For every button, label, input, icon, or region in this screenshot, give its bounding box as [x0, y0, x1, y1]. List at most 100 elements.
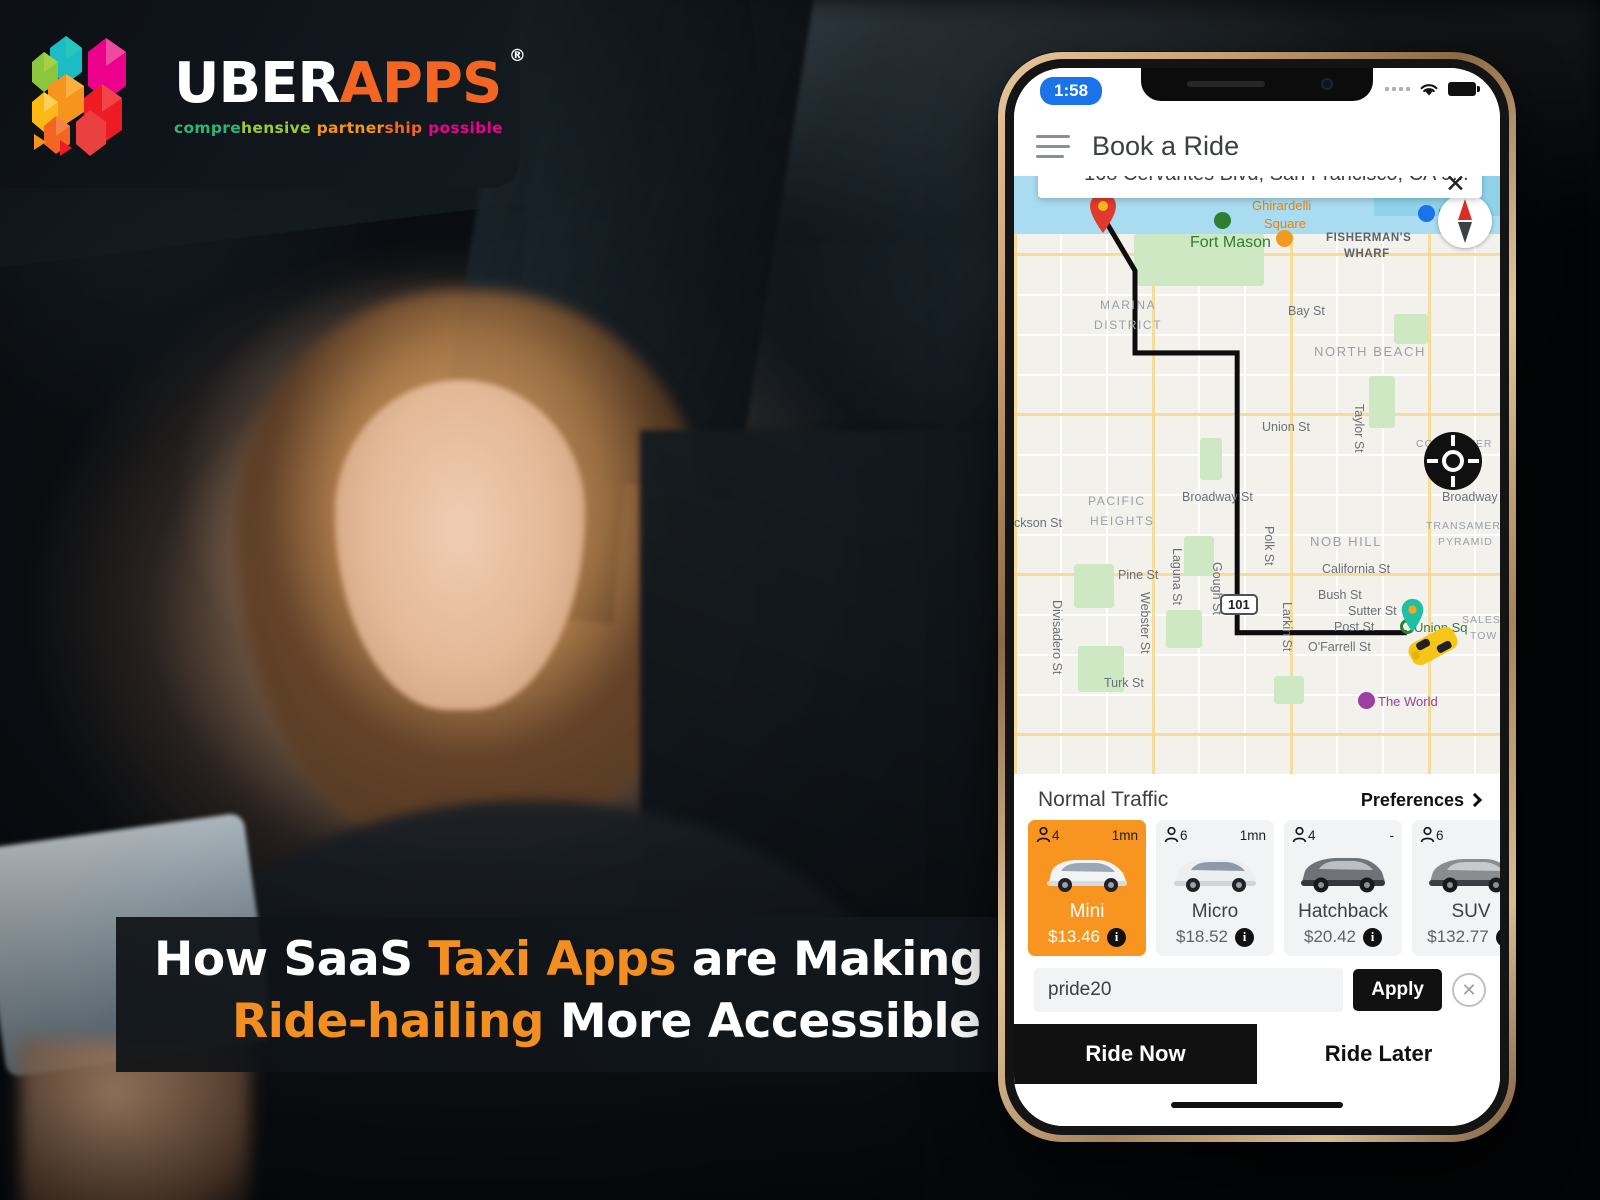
- tagline-part-3: partner: [316, 118, 385, 137]
- vehicle-card-top: 6 1mn: [1164, 827, 1266, 843]
- pier39-marker-icon: [1418, 205, 1435, 222]
- vehicle-price: $20.42: [1304, 927, 1356, 946]
- info-icon[interactable]: i: [1495, 927, 1500, 947]
- vehicle-seats: 6: [1180, 827, 1188, 843]
- compass-icon[interactable]: [1438, 194, 1492, 248]
- person-seat-icon: 6: [1164, 827, 1188, 843]
- registered-mark-icon: ®: [508, 45, 526, 66]
- headline-line-1: How SaaS Taxi Apps are Making: [154, 929, 1016, 991]
- vehicle-name: Hatchback: [1298, 901, 1388, 922]
- vehicle-card-bottom: $18.52 i: [1164, 927, 1266, 947]
- vehicle-card-hatchback[interactable]: 4 - Hatchback $20.42 i: [1284, 820, 1402, 956]
- preferences-button[interactable]: Preferences: [1360, 789, 1483, 811]
- map-street-label-vertical: Taylor St: [1352, 404, 1366, 453]
- headline-text-a: How SaaS: [154, 932, 429, 987]
- vehicle-card-suv[interactable]: 6 SUV $132.77 i: [1412, 820, 1500, 956]
- apply-button[interactable]: Apply: [1353, 969, 1442, 1011]
- highway-101-shield-icon: 101: [1220, 594, 1258, 615]
- vehicle-card-bottom: $20.42 i: [1292, 927, 1394, 947]
- phone-mockup: 1:58 Book a Ride MARINA DISTRICT NORTH B…: [998, 52, 1516, 1142]
- map-street-label-vertical: Laguna St: [1170, 548, 1184, 605]
- map-street-label-vertical: Polk St: [1262, 526, 1276, 566]
- uberapps-logo-icon: [32, 36, 126, 156]
- traffic-status: Normal Traffic: [1038, 788, 1169, 811]
- tagline-part-5: possible: [428, 118, 503, 137]
- map-street-label: Bush St: [1318, 588, 1362, 602]
- map-poi-label: The World: [1378, 694, 1438, 709]
- map-street-label: O'Farrell St: [1308, 640, 1371, 654]
- person-seat-icon: 4: [1036, 827, 1060, 843]
- map-district-label: TRANSAMERICA: [1426, 520, 1500, 532]
- preferences-label: Preferences: [1360, 789, 1464, 810]
- map-poi-label: Square: [1264, 216, 1306, 231]
- brand-word-apps: APPS: [339, 50, 503, 116]
- map-street-label: Union St: [1262, 420, 1310, 434]
- signal-dots-icon: [1385, 87, 1410, 91]
- headline-text-b: are Making: [676, 932, 984, 987]
- map-district-label: NORTH BEACH: [1314, 344, 1426, 359]
- vehicle-card-list[interactable]: 4 1mn Mini $13.46 i 6 1mn Micro $18.52 i…: [1014, 820, 1500, 956]
- gps-locate-icon[interactable]: [1424, 432, 1482, 490]
- map-district-label: MARINA: [1100, 298, 1157, 312]
- map-street-label: Post St: [1334, 620, 1375, 634]
- vehicle-name: Mini: [1069, 901, 1105, 922]
- map-street-label-vertical: Larkin St: [1280, 602, 1294, 652]
- vehicle-card-top: 6: [1420, 827, 1500, 843]
- promo-code-input[interactable]: [1034, 968, 1344, 1012]
- map-street-label: Turk St: [1104, 676, 1144, 690]
- promo-code-row: Apply ✕: [1014, 956, 1500, 1024]
- vehicle-price: $13.46: [1048, 927, 1100, 946]
- tagline-part-2: hensive: [241, 118, 317, 137]
- headline-text-c: More Accessible: [543, 994, 981, 1050]
- fort-mason-marker-icon: [1214, 212, 1231, 229]
- brand-wordmark: UBERAPPS ®: [174, 47, 526, 112]
- car-mini-icon: [1036, 847, 1138, 899]
- map-street-label-vertical: Webster St: [1138, 592, 1152, 654]
- map-street-label: ckson St: [1014, 516, 1062, 530]
- vehicle-eta: 1mn: [1111, 827, 1138, 843]
- info-icon[interactable]: i: [1235, 927, 1254, 947]
- home-indicator-icon[interactable]: [1014, 1084, 1500, 1126]
- front-camera-icon: [1321, 78, 1333, 90]
- brand-logo-plate: UBERAPPS ® comprehensive partnership poss…: [0, 0, 526, 188]
- brand-logo-text: UBERAPPS ® comprehensive partnership poss…: [174, 47, 526, 137]
- map-street-label: Bay St: [1288, 304, 1325, 318]
- circle-close-icon[interactable]: ✕: [1452, 973, 1486, 1007]
- map-poi-label: Ghirardelli: [1252, 198, 1312, 213]
- map-street-label: Sutter St: [1348, 604, 1397, 618]
- app-bar: Book a Ride: [1014, 116, 1500, 176]
- map-street-label-vertical: Divisadero St: [1050, 600, 1064, 675]
- vehicle-eta: -: [1389, 827, 1395, 843]
- wifi-icon: [1420, 84, 1438, 96]
- map-district-label: FISHERMAN'S: [1326, 232, 1412, 244]
- tab-ride-later[interactable]: Ride Later: [1257, 1024, 1500, 1084]
- status-icons: [1385, 81, 1480, 97]
- vehicle-price: $132.77: [1427, 927, 1489, 946]
- ride-mode-tabs: Ride Now Ride Later: [1014, 1024, 1500, 1084]
- map-district-label: SALESF: [1462, 614, 1500, 626]
- mall-marker-icon: [1358, 692, 1375, 709]
- vehicle-card-top: 4 -: [1292, 827, 1394, 843]
- map-district-label: PYRAMID: [1438, 536, 1493, 548]
- vehicle-seats: 4: [1052, 827, 1060, 843]
- vehicle-name: Micro: [1191, 901, 1239, 922]
- hamburger-menu-icon[interactable]: [1036, 134, 1070, 158]
- info-icon[interactable]: i: [1363, 927, 1382, 947]
- map-district-label: TOW: [1470, 630, 1498, 642]
- taxi-car-icon[interactable]: [1402, 624, 1464, 668]
- tab-ride-now[interactable]: Ride Now: [1014, 1024, 1257, 1084]
- map-pin-drop-icon[interactable]: [1088, 192, 1118, 234]
- vehicle-card-bottom: $13.46 i: [1036, 927, 1138, 947]
- map-street-label: California St: [1322, 562, 1391, 576]
- vehicle-card-mini[interactable]: 4 1mn Mini $13.46 i: [1028, 820, 1146, 956]
- map-district-label: NOB HILL: [1310, 534, 1383, 549]
- phone-screen: 1:58 Book a Ride MARINA DISTRICT NORTH B…: [1014, 68, 1500, 1126]
- vehicle-card-micro[interactable]: 6 1mn Micro $18.52 i: [1156, 820, 1274, 956]
- tagline-part-1: compre: [174, 118, 242, 137]
- map-district-label: DISTRICT: [1094, 318, 1163, 332]
- map-district-label: HEIGHTS: [1090, 514, 1155, 528]
- info-icon[interactable]: i: [1107, 927, 1126, 947]
- vehicle-card-bottom: $132.77 i: [1420, 927, 1500, 947]
- headline-line-2: Ride-hailing More Accessible: [154, 991, 1016, 1053]
- vehicle-seats: 6: [1436, 827, 1444, 843]
